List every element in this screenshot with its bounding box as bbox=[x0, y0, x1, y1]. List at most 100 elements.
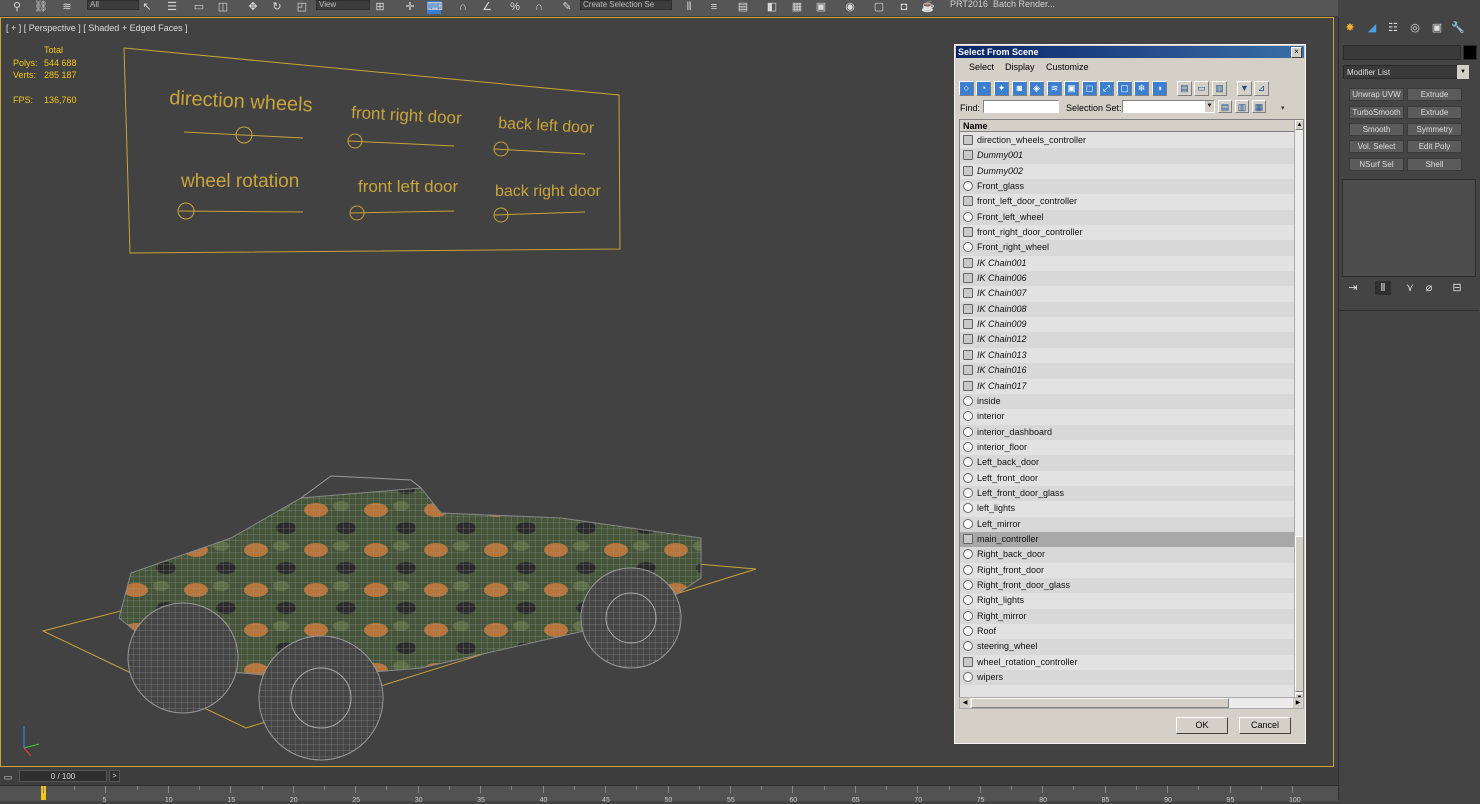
modifier-nsurf-sel-button[interactable]: NSurf Sel bbox=[1349, 158, 1404, 171]
list-item[interactable]: IK Chain017 bbox=[960, 379, 1294, 394]
list-item[interactable]: inside bbox=[960, 393, 1294, 410]
mini-curve-editor-icon[interactable]: ▭ bbox=[0, 772, 16, 784]
select-all-icon[interactable]: ▤ bbox=[1177, 81, 1192, 96]
graphite-tools-icon[interactable]: ◧ bbox=[765, 1, 779, 14]
mirror-icon[interactable]: ⫴ bbox=[682, 1, 696, 14]
list-item[interactable]: IK Chain012 bbox=[960, 332, 1294, 348]
list-item[interactable]: Right_mirror bbox=[960, 608, 1294, 624]
pivot-center-icon[interactable]: ⊞ bbox=[373, 1, 387, 14]
spinner-snap-icon[interactable]: ∩ bbox=[532, 1, 546, 14]
modifier-symmetry-button[interactable]: Symmetry bbox=[1407, 123, 1462, 136]
remove-modifier-icon[interactable]: ⌀ bbox=[1421, 281, 1437, 295]
display-containers-icon[interactable]: ▢ bbox=[1117, 81, 1132, 96]
display-space-warps-icon[interactable]: ≋ bbox=[1047, 81, 1062, 96]
list-item[interactable]: IK Chain008 bbox=[960, 301, 1294, 318]
display-xrefs-icon[interactable]: ◻ bbox=[1082, 81, 1097, 96]
selection-set-dropdown[interactable]: ▼ bbox=[1122, 100, 1215, 113]
unlink-icon[interactable]: ⛓ bbox=[34, 1, 48, 14]
remove-from-selection-set-icon[interactable]: ▦ bbox=[1252, 100, 1266, 113]
close-icon[interactable]: × bbox=[1291, 47, 1302, 58]
motion-tab-icon[interactable]: ◎ bbox=[1407, 21, 1423, 35]
list-item[interactable]: main_controller bbox=[960, 531, 1294, 548]
modifier-turbosmooth-button[interactable]: TurboSmooth bbox=[1349, 106, 1404, 119]
dialog-title[interactable]: Select From Scene bbox=[956, 46, 1304, 58]
prt-button[interactable]: PRT2016 bbox=[950, 0, 988, 9]
cancel-button[interactable]: Cancel bbox=[1239, 717, 1291, 734]
list-item[interactable]: Dummy001 bbox=[960, 148, 1294, 164]
menu-select[interactable]: Select bbox=[969, 62, 994, 73]
list-item[interactable]: IK Chain016 bbox=[960, 363, 1294, 379]
configure-modifier-sets-icon[interactable]: ⊟ bbox=[1449, 281, 1465, 295]
reference-coordinate-dropdown[interactable]: View bbox=[316, 0, 370, 10]
select-object-icon[interactable]: ↖ bbox=[140, 1, 154, 14]
vehicle-model[interactable] bbox=[118, 475, 702, 761]
pin-stack-icon[interactable]: ⇥ bbox=[1345, 281, 1361, 295]
vertical-scroll-thumb[interactable] bbox=[1295, 536, 1303, 692]
list-item[interactable]: Right_lights bbox=[960, 593, 1294, 608]
percent-snap-icon[interactable]: % bbox=[508, 1, 522, 14]
list-item[interactable]: front_left_door_controller bbox=[960, 194, 1294, 209]
display-shapes-icon[interactable]: ◔ bbox=[976, 81, 991, 96]
list-item[interactable]: IK Chain013 bbox=[960, 348, 1294, 363]
layer-manager-icon[interactable]: ▤ bbox=[736, 1, 750, 14]
time-slider[interactable]: 0 / 100 bbox=[19, 770, 107, 782]
make-unique-icon[interactable]: ⋎ bbox=[1402, 281, 1418, 295]
select-by-name-icon[interactable]: ☰ bbox=[165, 1, 179, 14]
utilities-tab-icon[interactable]: 🔧 bbox=[1450, 21, 1466, 35]
filter-icon[interactable]: ▼ bbox=[1237, 81, 1252, 96]
scene-object-list[interactable]: Name direction_wheels_controller Dummy001… bbox=[959, 119, 1304, 705]
list-item[interactable]: Left_mirror bbox=[960, 516, 1294, 532]
list-item[interactable]: Right_front_door_glass bbox=[960, 577, 1294, 594]
select-and-scale-icon[interactable]: ◰ bbox=[295, 1, 309, 14]
display-tab-icon[interactable]: ▣ bbox=[1429, 21, 1445, 35]
modifier-extrude-button[interactable]: Extrude bbox=[1407, 88, 1462, 101]
list-item[interactable]: Left_front_door_glass bbox=[960, 485, 1294, 502]
horizontal-scroll-thumb[interactable] bbox=[971, 698, 1229, 708]
rendered-frame-window-icon[interactable]: ◘ bbox=[897, 1, 911, 14]
horizontal-scrollbar[interactable]: ◀ ▶ bbox=[959, 697, 1304, 709]
scroll-up-icon[interactable]: ▲ bbox=[1295, 120, 1303, 130]
list-item[interactable]: IK Chain001 bbox=[960, 256, 1294, 271]
list-item[interactable]: Front_glass bbox=[960, 179, 1294, 195]
list-item[interactable]: interior_dashboard bbox=[960, 424, 1294, 440]
chevron-down-icon[interactable]: ▼ bbox=[1457, 65, 1469, 79]
align-icon[interactable]: ≡ bbox=[707, 1, 721, 14]
scroll-right-icon[interactable]: ▶ bbox=[1293, 698, 1303, 708]
list-item[interactable]: IK Chain009 bbox=[960, 317, 1294, 332]
rectangular-selection-icon[interactable]: ▭ bbox=[192, 1, 206, 14]
create-selection-set-icon[interactable]: ▤ bbox=[1218, 100, 1232, 113]
curve-editor-icon[interactable]: ▦ bbox=[790, 1, 804, 14]
snaps-toggle-icon[interactable]: ∩ bbox=[456, 1, 470, 14]
modifier-smooth-button[interactable]: Smooth bbox=[1349, 123, 1404, 136]
chevron-down-icon[interactable]: ▼ bbox=[1205, 101, 1214, 112]
list-item[interactable]: wipers bbox=[960, 670, 1294, 686]
vertical-scrollbar[interactable]: ▲ ▼ bbox=[1294, 120, 1303, 704]
list-item[interactable]: direction_wheels_controller bbox=[960, 133, 1294, 148]
list-item[interactable]: IK Chain007 bbox=[960, 286, 1294, 301]
show-end-result-icon[interactable]: Ⅱ bbox=[1375, 281, 1391, 295]
menu-display[interactable]: Display bbox=[1005, 62, 1035, 73]
hierarchy-tab-icon[interactable]: ☷ bbox=[1385, 21, 1401, 35]
sort-filter-icon[interactable]: ⊿ bbox=[1254, 81, 1269, 96]
render-setup-icon[interactable]: ▢ bbox=[872, 1, 886, 14]
material-editor-icon[interactable]: ◉ bbox=[843, 1, 857, 14]
next-frame-icon[interactable]: > bbox=[109, 770, 120, 782]
bind-space-warp-icon[interactable]: ≋ bbox=[60, 1, 74, 14]
expand-chevron-icon[interactable]: ▾ bbox=[1281, 104, 1285, 112]
link-icon[interactable]: ⚲ bbox=[10, 1, 24, 14]
display-cameras-icon[interactable]: ◙ bbox=[1012, 81, 1027, 96]
list-item[interactable]: Right_front_door bbox=[960, 563, 1294, 578]
list-item[interactable]: front_right_door_controller bbox=[960, 225, 1294, 240]
display-bones-icon[interactable]: ⤢ bbox=[1099, 81, 1114, 96]
add-to-selection-set-icon[interactable]: ▥ bbox=[1235, 100, 1249, 113]
object-name-field[interactable] bbox=[1343, 45, 1461, 60]
selection-filter-dropdown[interactable]: All bbox=[87, 0, 139, 10]
modifier-extrude-2-button[interactable]: Extrude bbox=[1407, 106, 1462, 119]
modifier-edit-poly-button[interactable]: Edit Poly bbox=[1407, 140, 1462, 153]
list-item[interactable]: Left_back_door bbox=[960, 455, 1294, 471]
display-hidden-icon[interactable]: ◑ bbox=[1152, 81, 1167, 96]
display-groups-icon[interactable]: ▣ bbox=[1064, 81, 1079, 96]
create-tab-icon[interactable]: ✸ bbox=[1342, 21, 1358, 35]
column-header-name[interactable]: Name bbox=[960, 120, 1294, 132]
object-color-swatch[interactable] bbox=[1463, 45, 1477, 60]
